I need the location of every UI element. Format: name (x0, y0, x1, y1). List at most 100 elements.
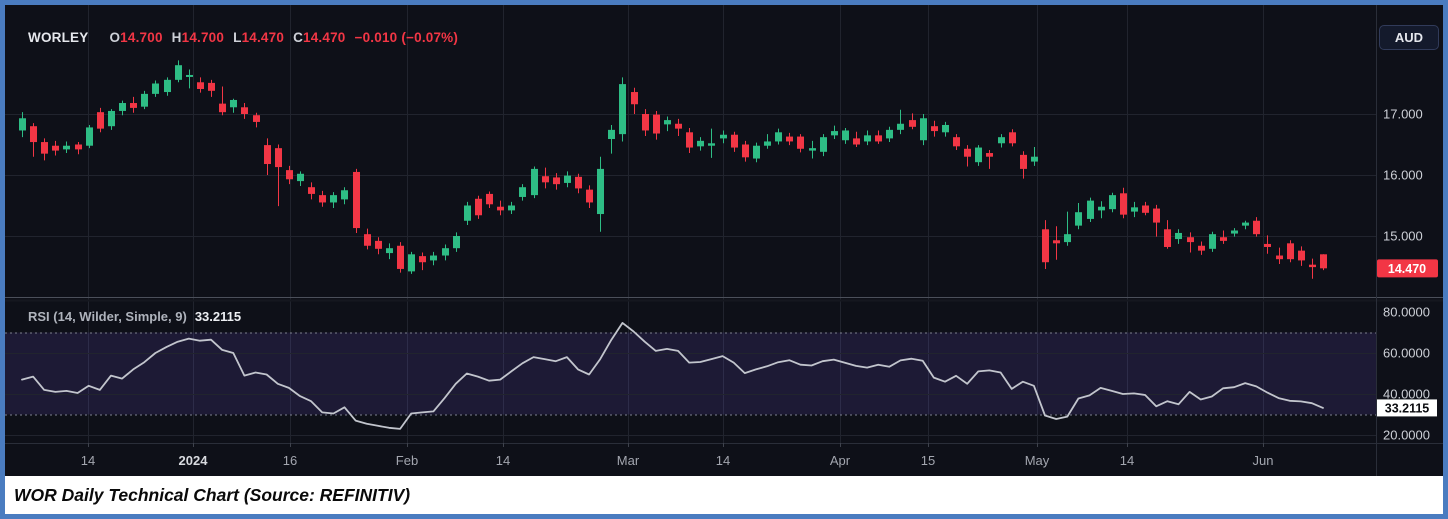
candle-body (1320, 254, 1327, 269)
candle-body (497, 206, 504, 211)
time-axis-label[interactable]: 14 (496, 453, 510, 468)
candle-body (1064, 234, 1071, 243)
time-axis-label[interactable]: 14 (1120, 453, 1134, 468)
low-value: 14.470 (241, 30, 285, 45)
candle-body (141, 93, 148, 107)
candle-body (442, 248, 449, 256)
candle-body (1220, 237, 1227, 241)
rsi-legend: RSI (14, Wilder, Simple, 9) 33.2115 (28, 309, 241, 324)
candle-body (1031, 156, 1038, 162)
candle-body (1298, 250, 1305, 261)
candle-body (931, 126, 938, 132)
time-axis-label[interactable]: 14 (81, 453, 95, 468)
candle-body (531, 168, 538, 196)
candle-body (1109, 195, 1116, 210)
candle-body (1187, 237, 1194, 243)
time-axis-label[interactable]: Apr (830, 453, 851, 468)
candle-body (998, 137, 1005, 144)
candle-body (1020, 154, 1027, 169)
candle-body (764, 141, 771, 146)
candle-body (186, 74, 193, 77)
caption-text: WOR Daily Technical Chart (Source: REFIN… (14, 484, 411, 505)
candle-body (942, 124, 949, 133)
candle-body (419, 256, 426, 263)
high-label: H (171, 30, 182, 45)
time-axis-label[interactable]: 2024 (179, 453, 209, 468)
candle-body (275, 148, 282, 168)
candle-body (842, 130, 849, 141)
candle-body (1242, 222, 1249, 226)
rsi-axis-label[interactable]: 80.0000 (1383, 305, 1430, 320)
candle-body (1131, 207, 1138, 212)
candle-body (1042, 229, 1049, 263)
time-axis-label[interactable]: 16 (283, 453, 297, 468)
currency-toggle-button[interactable]: AUD (1379, 25, 1439, 50)
candle-body (975, 147, 982, 163)
time-axis-label[interactable]: 14 (716, 453, 730, 468)
candle-body (1198, 245, 1205, 251)
rsi-title[interactable]: RSI (14, Wilder, Simple, 9) (28, 309, 187, 324)
candle-body (809, 148, 816, 151)
candle-body (264, 145, 271, 165)
change-value: −0.010 (−0.07%) (354, 30, 459, 45)
candle-body (375, 240, 382, 249)
candle-body (986, 153, 993, 157)
candle-body (1231, 230, 1238, 234)
open-value: 14.700 (120, 30, 163, 45)
symbol-name[interactable]: WORLEY (28, 30, 88, 45)
candle-body (1209, 234, 1216, 249)
candle-body (1175, 232, 1182, 240)
low-label: L (233, 30, 242, 45)
time-axis-label[interactable]: Mar (617, 453, 640, 468)
candle-body (464, 205, 471, 221)
candle-body (786, 136, 793, 142)
candle-body (642, 114, 649, 131)
candle-body (575, 176, 582, 189)
candle-body (586, 189, 593, 203)
candle-body (653, 114, 660, 134)
candle-body (308, 187, 315, 194)
candle-body (1009, 132, 1016, 144)
candle-body (564, 175, 571, 183)
price-axis-label[interactable]: 17.000 (1383, 107, 1423, 122)
candle-body (75, 144, 82, 150)
candle-body (920, 118, 927, 141)
time-axis-label[interactable]: 15 (921, 453, 935, 468)
candle-body (731, 134, 738, 148)
candle-body (319, 195, 326, 203)
chart-plot-area[interactable]: 17.000 16.000 15.000 80.0000 60.0000 40.0000 2… (5, 5, 1443, 476)
candle-body (631, 92, 638, 105)
candle-body (164, 79, 171, 93)
time-axis-label[interactable]: Feb (396, 453, 418, 468)
candle-body (675, 123, 682, 129)
candle-body (553, 177, 560, 185)
candle-body (63, 145, 70, 150)
candle-body (197, 82, 204, 89)
candle-body (742, 144, 749, 158)
candle-body (864, 135, 871, 142)
candle-body (1153, 208, 1160, 223)
candle-body (753, 145, 760, 159)
rsi-axis-label[interactable]: 60.0000 (1383, 346, 1430, 361)
candle-body (208, 82, 215, 91)
candle-body (130, 103, 137, 108)
candle-body (909, 120, 916, 127)
rsi-axis-label[interactable]: 40.0000 (1383, 387, 1430, 402)
time-axis-label[interactable]: Jun (1253, 453, 1274, 468)
candle-body (608, 129, 615, 140)
time-axis-label[interactable]: May (1025, 453, 1050, 468)
candle-body (820, 137, 827, 152)
price-axis-label[interactable]: 15.000 (1383, 229, 1423, 244)
candle-body (19, 118, 26, 131)
candle-body (386, 248, 393, 254)
candle-body (253, 115, 260, 122)
rsi-axis-label[interactable]: 20.0000 (1383, 428, 1430, 443)
symbol-legend: WORLEY O14.700 H14.700 L14.470 C14.470 −0.010… (28, 30, 458, 45)
price-axis-label[interactable]: 16.000 (1383, 168, 1423, 183)
candle-body (241, 107, 248, 114)
close-value: 14.470 (303, 30, 346, 45)
candle-body (286, 170, 293, 180)
candle-body (353, 171, 360, 229)
candle-body (297, 173, 304, 182)
chart-frame: 17.000 16.000 15.000 80.0000 60.0000 40.0000 2… (0, 0, 1448, 519)
